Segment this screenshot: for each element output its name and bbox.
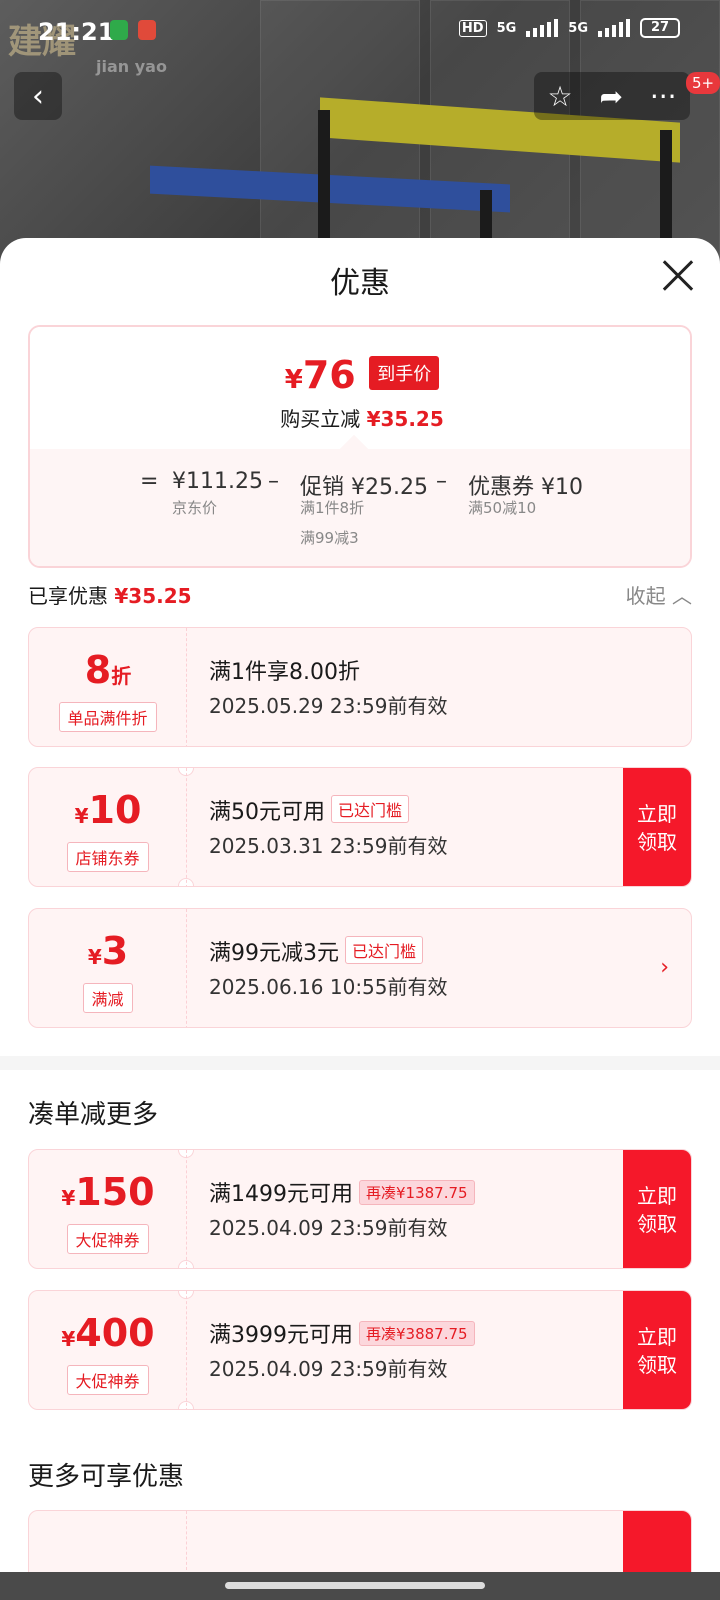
coupon-sub: 满50减10	[468, 499, 537, 517]
claim-button[interactable]: 立即领取	[623, 1150, 691, 1268]
section-divider	[0, 1056, 720, 1070]
star-icon[interactable]: ☆	[547, 80, 572, 113]
section-title-extra: 更多可享优惠	[28, 1462, 185, 1492]
battery-icon: 27	[640, 18, 680, 38]
promo-sub-1: 满1件8折	[300, 499, 365, 517]
promo-coupon-card: ¥400 大促神券 满3999元可用 再凑¥3887.75 2025.04.09 …	[28, 1290, 692, 1410]
reduce-line: 购买立减 ¥35.25	[280, 407, 444, 431]
remaining-amount-badge: 再凑¥1387.75	[359, 1180, 475, 1205]
coupon-type-label: 大促神券	[66, 1365, 149, 1395]
app-notification-icon	[138, 20, 156, 40]
final-price-tag: 到手价	[369, 356, 440, 390]
jd-price-label: 京东价	[172, 499, 218, 517]
status-bar: 21:21 HD 5G 5G 27	[0, 0, 720, 64]
reduction-type-label: 满减	[82, 983, 133, 1013]
promo-coupon-card: ¥150 大促神券 满1499元可用 再凑¥1387.75 2025.04.09 …	[28, 1149, 692, 1269]
coupon-condition: 满1499元可用 再凑¥1387.75	[209, 1176, 475, 1208]
discount-type-label: 单品满件折	[58, 702, 157, 732]
coupon-expiry: 2025.04.09 23:59前有效	[209, 1357, 448, 1381]
chevron-left-icon: ‹	[32, 78, 44, 114]
coupon-value: ¥400	[61, 1311, 155, 1355]
minus-sign-2: –	[436, 469, 447, 494]
reduction-expiry: 2025.06.16 10:55前有效	[209, 975, 448, 999]
equals-sign: =	[140, 469, 159, 494]
status-time: 21:21	[38, 18, 115, 46]
chevron-right-icon: ›	[660, 955, 669, 980]
net-label-1: 5G	[496, 20, 517, 36]
final-price: ¥76 到手价	[30, 353, 690, 397]
reduction-condition: 满99元减3元 已达门槛	[209, 935, 424, 967]
discount-card: 8折 单品满件折 满1件享8.00折 2025.05.29 23:59前有效	[28, 627, 692, 747]
minus-sign: –	[268, 469, 279, 494]
signal-icon-2	[598, 19, 630, 37]
discount-expiry: 2025.05.29 23:59前有效	[209, 694, 448, 718]
discount-value: 8折	[84, 648, 132, 692]
more-icon[interactable]: ···	[650, 80, 677, 113]
coupon-expiry: 2025.04.09 23:59前有效	[209, 1216, 448, 1240]
notification-icon	[110, 20, 128, 40]
share-icon[interactable]: ➦	[599, 80, 622, 113]
close-icon[interactable]	[660, 258, 696, 294]
sheet-title: 优惠	[330, 266, 390, 301]
collapse-button[interactable]: 收起 ︿	[626, 580, 692, 609]
coupon-expiry: 2025.03.31 23:59前有效	[209, 834, 448, 858]
message-badge: 5+	[686, 72, 720, 94]
reduction-value: ¥3	[87, 929, 129, 973]
enjoyed-discount: 已享优惠 ¥35.25	[28, 584, 192, 608]
coupon-type-label: 店铺东券	[66, 842, 149, 872]
back-button[interactable]: ‹	[14, 72, 62, 120]
top-action-group: ☆ ➦ ···	[534, 72, 690, 120]
remaining-amount-badge: 再凑¥3887.75	[359, 1321, 475, 1346]
coupon-condition: 满50元可用 已达门槛	[209, 794, 410, 826]
home-indicator[interactable]	[225, 1582, 485, 1589]
coupon-type-label: 大促神券	[66, 1224, 149, 1254]
threshold-badge: 已达门槛	[331, 795, 410, 823]
threshold-badge: 已达门槛	[345, 936, 424, 964]
discount-sheet: 优惠 ¥76 到手价 购买立减 ¥35.25 = ¥111.25 京东价 – 促…	[0, 238, 720, 1600]
chevron-up-icon: ︿	[672, 584, 692, 608]
signal-icon	[526, 19, 559, 37]
section-title-more: 凑单减更多	[28, 1100, 159, 1130]
claim-button[interactable]: 立即领取	[623, 768, 691, 886]
price-summary: ¥76 到手价 购买立减 ¥35.25 = ¥111.25 京东价 – 促销 ¥…	[28, 325, 692, 568]
coupon-card: ¥10 店铺东券 满50元可用 已达门槛 2025.03.31 23:59前有效 …	[28, 767, 692, 887]
gesture-bar	[0, 1572, 720, 1600]
full-reduction-card[interactable]: ¥3 满减 满99元减3元 已达门槛 2025.06.16 10:55前有效 ›	[28, 908, 692, 1028]
jd-price: ¥111.25	[172, 469, 263, 494]
discount-condition: 满1件享8.00折	[209, 660, 360, 685]
net-label-2: 5G	[568, 20, 588, 36]
promo-sub-2: 满99减3	[300, 529, 359, 547]
coupon-value: ¥10	[74, 788, 142, 832]
hd-indicator: HD	[458, 19, 487, 37]
claim-button[interactable]: 立即领取	[623, 1291, 691, 1409]
coupon-condition: 满3999元可用 再凑¥3887.75	[209, 1317, 475, 1349]
coupon-value: ¥150	[61, 1170, 155, 1214]
